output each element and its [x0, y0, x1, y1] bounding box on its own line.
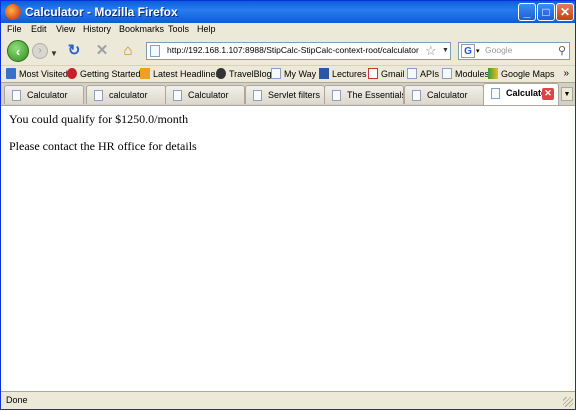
page-icon: [150, 45, 160, 57]
resize-grip-icon[interactable]: [563, 397, 573, 407]
tab-the-essentials[interactable]: The Essentials...: [324, 85, 404, 104]
bookmark-lectures[interactable]: Lectures: [319, 68, 367, 79]
title-bar: Calculator - Mozilla Firefox _ □ ✕: [1, 1, 575, 23]
bookmark-gmail[interactable]: Gmail: [368, 68, 405, 79]
page-icon: [12, 90, 21, 101]
reload-icon[interactable]: ↻: [65, 42, 83, 60]
tab-close-icon[interactable]: ✕: [542, 88, 554, 100]
tab-calculator-active[interactable]: Calculator ✕: [483, 83, 559, 105]
menu-edit[interactable]: Edit: [31, 24, 47, 34]
page-icon: [332, 90, 341, 101]
page-icon: [407, 68, 417, 79]
tab-calculator-2[interactable]: calculator: [86, 85, 166, 104]
firefox-logo-icon: [5, 4, 21, 20]
search-magnifier-icon[interactable]: ⚲: [558, 44, 566, 57]
menu-history[interactable]: History: [83, 24, 111, 34]
home-icon[interactable]: ⌂: [119, 42, 137, 60]
search-input[interactable]: Google: [485, 45, 512, 55]
minimize-button[interactable]: _: [518, 3, 536, 21]
bookmark-apis[interactable]: APIs: [407, 68, 439, 79]
google-maps-icon: [488, 68, 498, 79]
history-dropdown-icon[interactable]: ▼: [50, 49, 58, 58]
bookmark-modules[interactable]: Modules: [442, 68, 489, 79]
tab-list-dropdown-icon[interactable]: ▼: [561, 87, 573, 101]
navigation-toolbar: ‹ › ▼ ↻ ✕ ⌂ http://192.168.1.107:8988/St…: [1, 37, 575, 65]
gmail-icon: [368, 68, 378, 79]
engine-dropdown-icon[interactable]: ▾: [476, 47, 480, 55]
page-icon: [94, 90, 103, 101]
status-bar: Done: [1, 391, 575, 409]
calendar-icon: [319, 68, 329, 79]
tab-servlet-filters[interactable]: Servlet filters: [245, 85, 325, 104]
stop-icon[interactable]: ✕: [93, 42, 111, 60]
menu-file[interactable]: File: [7, 24, 22, 34]
menu-bar: File Edit View History Bookmarks Tools H…: [1, 23, 575, 37]
forward-button[interactable]: ›: [32, 43, 48, 59]
url-dropdown-icon[interactable]: ▼: [442, 47, 449, 54]
bookmarks-folder-icon: [6, 68, 16, 79]
back-button[interactable]: ‹: [7, 40, 29, 62]
browser-window: Calculator - Mozilla Firefox _ □ ✕ File …: [0, 0, 576, 410]
tab-bar: Calculator calculator Calculator Servlet…: [1, 83, 575, 106]
menu-help[interactable]: Help: [197, 24, 216, 34]
google-engine-icon[interactable]: G: [461, 44, 475, 58]
page-icon: [442, 68, 452, 79]
url-bar[interactable]: http://192.168.1.107:8988/StipCalc-StipC…: [146, 42, 451, 60]
bookmarks-overflow-chevron-icon[interactable]: »: [563, 68, 569, 79]
page-content: You could qualify for $1250.0/month Plea…: [1, 106, 575, 391]
page-icon: [253, 90, 262, 101]
qualification-message: You could qualify for $1250.0/month: [9, 112, 189, 126]
url-text[interactable]: http://192.168.1.107:8988/StipCalc-StipC…: [167, 45, 422, 55]
maximize-button[interactable]: □: [537, 3, 555, 21]
search-bar[interactable]: G ▾ Google ⚲: [458, 42, 570, 60]
bookmark-star-icon[interactable]: ☆: [425, 43, 437, 59]
bookmark-travelblog[interactable]: TravelBlog: [216, 68, 272, 79]
tab-calculator-1[interactable]: Calculator: [4, 85, 84, 104]
bookmark-getting-started[interactable]: Getting Started: [67, 68, 141, 79]
menu-bookmarks[interactable]: Bookmarks: [119, 24, 164, 34]
menu-view[interactable]: View: [56, 24, 75, 34]
status-text: Done: [6, 395, 28, 405]
tab-calculator-4[interactable]: Calculator: [404, 85, 484, 104]
bookmark-most-visited[interactable]: Most Visited: [6, 68, 68, 79]
bookmark-my-way[interactable]: My Way: [271, 68, 316, 79]
hr-contact-message: Please contact the HR office for details: [9, 139, 197, 153]
firefox-icon: [67, 68, 77, 79]
page-icon: [412, 90, 421, 101]
page-icon: [271, 68, 281, 79]
bookmarks-toolbar: Most Visited Getting Started Latest Head…: [1, 65, 575, 83]
bookmark-google-maps[interactable]: Google Maps: [488, 68, 555, 79]
page-icon: [173, 90, 182, 101]
rss-feed-icon: [140, 68, 150, 79]
close-button[interactable]: ✕: [556, 3, 574, 21]
menu-tools[interactable]: Tools: [168, 24, 189, 34]
bookmark-latest-headlines[interactable]: Latest Headlines: [140, 68, 220, 79]
tab-calculator-3[interactable]: Calculator: [165, 85, 245, 104]
page-icon: [491, 88, 500, 99]
window-title: Calculator - Mozilla Firefox: [25, 5, 178, 19]
globe-icon: [216, 68, 226, 79]
